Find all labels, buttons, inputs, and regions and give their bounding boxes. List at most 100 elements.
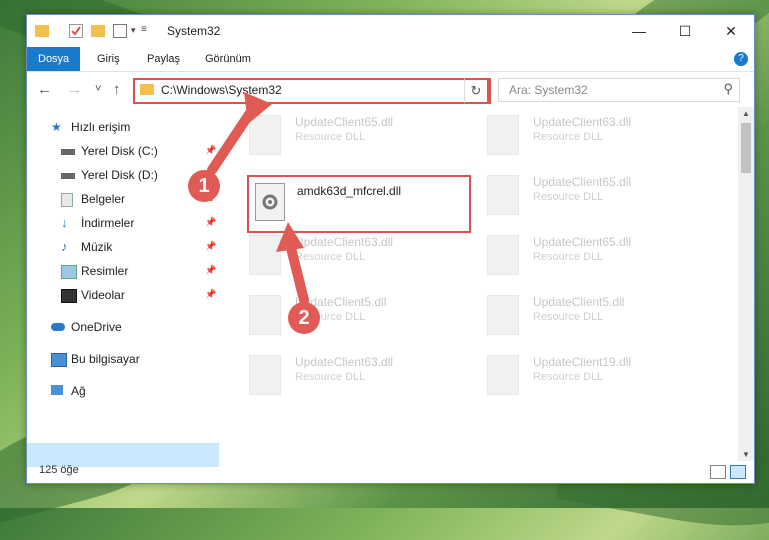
videos-icon [61,289,77,303]
pin-icon[interactable]: 📌 [205,145,216,156]
file-name: UpdateClient65.dll [533,235,632,249]
file-name: UpdateClient65.dll [295,115,394,129]
file-name: UpdateClient65.dll [533,175,632,189]
list-item[interactable]: UpdateClient63.dll Resource DLL [249,233,459,277]
tab-home[interactable]: Giriş [97,47,120,71]
address-bar[interactable]: C:\Windows\System32 ˅ [133,78,491,104]
sidebar-item-label: Müzik [81,240,113,254]
details-view-icon[interactable] [710,465,726,479]
customize-toolbar-icon[interactable]: ≡ [141,24,155,38]
list-item[interactable]: UpdateClient19.dll Resource DLL [487,353,697,397]
list-item[interactable]: UpdateClient63.dll Resource DLL [487,113,697,157]
file-type: Resource DLL [533,131,604,143]
dll-file-icon [487,115,519,155]
dll-file-icon [249,235,281,275]
properties-icon[interactable] [69,24,83,38]
dll-file-icon [487,355,519,395]
sidebar-item-label: Resimler [81,264,129,278]
help-icon[interactable]: ? [734,52,748,66]
new-folder-icon[interactable] [91,25,105,37]
list-item[interactable]: UpdateClient5.dll Resource DLL [487,293,697,337]
file-type: Resource DLL [295,131,366,143]
scroll-up-icon[interactable]: ▲ [742,109,750,118]
large-icons-view-icon[interactable] [730,465,746,479]
gear-icon [262,194,278,210]
maximize-icon: ☐ [678,22,692,39]
sidebar-item-label: Videolar [81,288,125,302]
sidebar-item-label: Yerel Disk (C:) [81,144,158,158]
explorer-window: ▾ ≡ System32 — ☐ ✕ Dosya Giriş Paylaş Gö… [26,14,755,484]
dll-file-icon [249,115,281,155]
minimize-button[interactable]: — [616,15,662,47]
file-list: UpdateClient65.dll Resource DLL UpdateCl… [223,111,735,459]
list-item[interactable]: UpdateClient65.dll Resource DLL [487,233,697,277]
drive-icon [61,173,75,179]
file-name: UpdateClient63.dll [295,355,394,369]
network-icon [51,385,63,395]
tab-share[interactable]: Paylaş [147,47,180,71]
dll-file-icon [487,175,519,215]
pictures-icon [61,265,77,279]
star-icon: ★ [51,120,62,134]
sidebar-item-label: Yerel Disk (D:) [81,168,158,182]
refresh-icon: ↻ [470,83,482,98]
folder-icon [35,25,49,37]
vertical-scrollbar[interactable]: ▲ ▼ [738,107,754,461]
file-type: Resource DLL [533,251,604,263]
documents-icon [61,193,73,207]
quick-access-toolbar-icon[interactable] [113,24,127,38]
step-1-badge: 1 [188,170,220,202]
list-item[interactable]: UpdateClient65.dll Resource DLL [249,113,459,157]
search-icon[interactable]: ⚲ [723,81,733,97]
maximize-button[interactable]: ☐ [662,15,708,47]
close-icon: ✕ [725,22,737,39]
list-item[interactable]: UpdateClient63.dll Resource DLL [249,353,459,397]
computer-icon [51,353,67,367]
back-arrow-icon[interactable]: ← [37,81,52,98]
sidebar-item-label: OneDrive [71,320,122,334]
download-icon: ↓ [61,215,68,230]
navigation-pane: ★ Hızlı erişim Yerel Disk (C:) Yerel Dis… [27,111,219,467]
file-name: amdk63d_mfcrel.dll [297,184,402,198]
sidebar-item-label: Bu bilgisayar [71,352,140,366]
music-icon: ♪ [61,239,68,254]
list-item[interactable]: UpdateClient65.dll Resource DLL [487,173,697,217]
window-title: System32 [167,24,221,38]
file-type: Resource DLL [533,371,604,383]
sidebar-item-label: Belgeler [81,192,126,206]
file-type: Resource DLL [533,191,604,203]
item-count: 125 öğe [39,464,79,476]
forward-arrow-icon[interactable]: → [67,81,82,98]
navigation-bar: ← → ˅ ↑ C:\Windows\System32 ˅ ↻ Ara: Sys… [27,73,754,107]
file-type: Resource DLL [295,371,366,383]
close-button[interactable]: ✕ [708,15,754,47]
step-2-badge: 2 [288,302,320,334]
pin-icon[interactable]: 📌 [205,217,216,228]
dll-file-icon [487,295,519,335]
list-item[interactable]: UpdateClient5.dll Resource DLL [249,293,459,337]
dll-file-icon [249,355,281,395]
address-path[interactable]: C:\Windows\System32 [161,83,282,97]
file-type: Resource DLL [533,311,604,323]
scroll-down-icon[interactable]: ▼ [742,450,750,459]
sidebar-item-label: İndirmeler [81,216,135,230]
pin-icon[interactable]: 📌 [205,289,216,300]
file-name: UpdateClient19.dll [533,355,632,369]
refresh-button[interactable]: ↻ [464,78,489,104]
tab-file[interactable]: Dosya [27,47,81,71]
search-placeholder: Ara: System32 [509,83,588,97]
file-type: Resource DLL [295,251,366,263]
minimize-icon: — [632,23,646,39]
cloud-icon [51,323,65,331]
up-arrow-icon[interactable]: ↑ [113,81,121,98]
dll-file-icon [249,295,281,335]
ribbon-tabs: Dosya Giriş Paylaş Görünüm ? [27,47,754,72]
pin-icon[interactable]: 📌 [205,265,216,276]
selected-dll-file[interactable]: amdk63d_mfcrel.dll [247,175,471,233]
sidebar-item-label: Hızlı erişim [71,120,131,134]
recent-locations-icon[interactable]: ˅ [95,83,101,95]
scrollbar-thumb[interactable] [741,123,751,173]
tab-view[interactable]: Görünüm [205,47,251,71]
search-input[interactable]: Ara: System32 ⚲ [498,78,740,102]
pin-icon[interactable]: 📌 [205,241,216,252]
